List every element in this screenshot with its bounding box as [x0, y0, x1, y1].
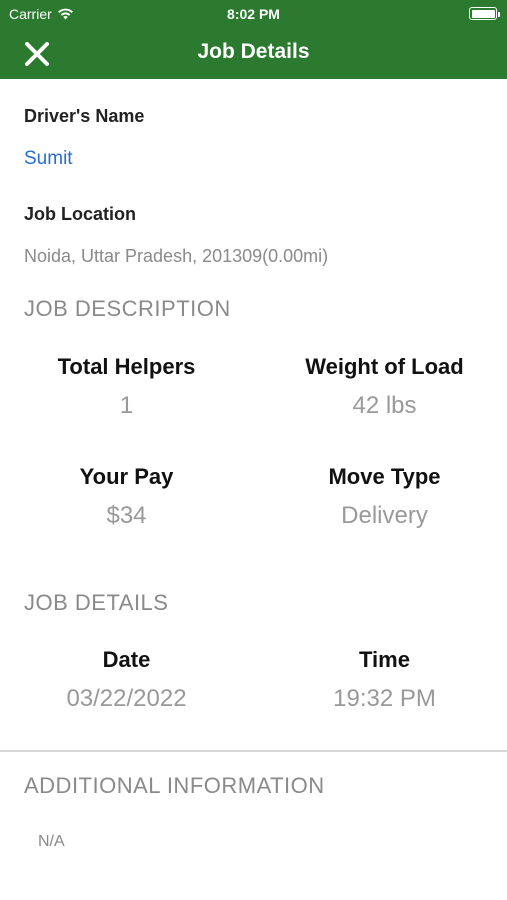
- your-pay-value: $34: [106, 502, 147, 529]
- total-helpers-cell: Total Helpers 1: [0, 354, 253, 420]
- total-helpers-value: 1: [119, 392, 134, 419]
- total-helpers-label: Total Helpers: [57, 354, 196, 379]
- job-details-header: JOB DETAILS: [24, 590, 169, 615]
- nav-bar: Job Details: [0, 28, 507, 79]
- additional-information-value: N/A: [38, 833, 65, 850]
- move-type-label: Move Type: [328, 464, 441, 489]
- additional-information-header: ADDITIONAL INFORMATION: [24, 773, 325, 798]
- your-pay-cell: Your Pay $34: [0, 464, 253, 530]
- job-location-value: Noida, Uttar Pradesh, 201309(0.00mi): [24, 246, 329, 266]
- date-value: 03/22/2022: [66, 685, 187, 712]
- page-title: Job Details: [197, 40, 310, 63]
- date-cell: Date 03/22/2022: [0, 647, 253, 713]
- move-type-cell: Move Type Delivery: [258, 464, 507, 530]
- job-description-header: JOB DESCRIPTION: [24, 296, 231, 321]
- date-label: Date: [102, 647, 151, 672]
- section-divider: [0, 750, 507, 752]
- status-time: 8:02 PM: [227, 6, 280, 22]
- weight-of-load-label: Weight of Load: [305, 354, 464, 379]
- move-type-value: Delivery: [341, 502, 428, 529]
- weight-of-load-cell: Weight of Load 42 lbs: [258, 354, 507, 420]
- battery-icon: [469, 7, 500, 20]
- time-cell: Time 19:32 PM: [258, 647, 507, 713]
- driver-name-label: Driver's Name: [24, 106, 145, 126]
- time-value: 19:32 PM: [333, 685, 436, 712]
- weight-of-load-value: 42 lbs: [352, 392, 417, 419]
- status-bar: Carrier 8:02 PM: [0, 0, 507, 28]
- driver-name-link[interactable]: Sumit: [24, 148, 73, 170]
- job-location-label: Job Location: [24, 204, 136, 224]
- your-pay-label: Your Pay: [79, 464, 174, 489]
- time-label: Time: [359, 647, 410, 672]
